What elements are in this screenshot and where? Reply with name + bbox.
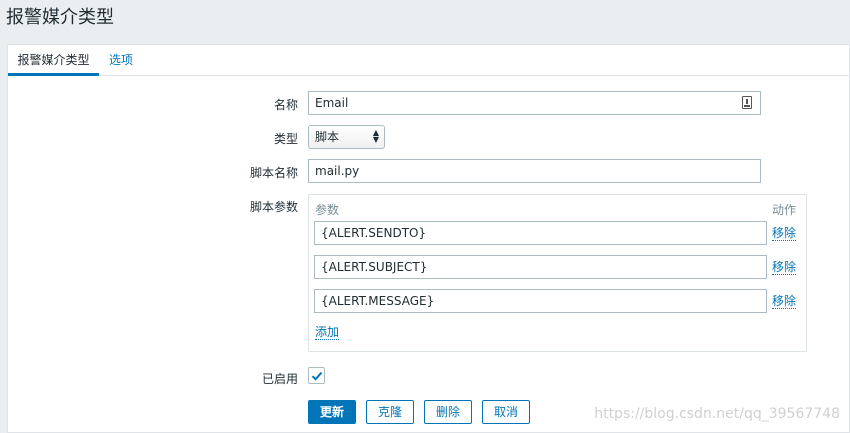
name-input[interactable]: Email bbox=[308, 91, 761, 115]
script-params-label: 脚本参数 bbox=[249, 200, 298, 214]
param-value: {ALERT.SUBJECT} bbox=[321, 260, 428, 274]
remove-param-button[interactable]: 移除 bbox=[772, 294, 797, 309]
update-button[interactable]: 更新 bbox=[308, 400, 356, 424]
param-input[interactable]: {ALERT.SUBJECT} bbox=[314, 255, 767, 279]
script-name-label: 脚本名称 bbox=[249, 166, 298, 180]
text-icon bbox=[742, 96, 752, 109]
remove-param-button[interactable]: 移除 bbox=[772, 260, 797, 275]
form-panel: 报警媒介类型 选项 名称 Email 类型 脚本 ▲ ▼ 脚本名称 mail.py… bbox=[7, 44, 850, 433]
type-select[interactable]: 脚本 ▲ ▼ bbox=[308, 125, 385, 149]
type-label: 类型 bbox=[273, 132, 298, 146]
checkmark-icon bbox=[311, 371, 323, 381]
enabled-label: 已启用 bbox=[261, 372, 298, 386]
params-column-header: 参数 bbox=[315, 203, 340, 217]
delete-button[interactable]: 删除 bbox=[424, 400, 472, 424]
cancel-button[interactable]: 取消 bbox=[482, 400, 530, 424]
watermark: https://blog.csdn.net/qq_39567748 bbox=[594, 406, 840, 422]
remove-param-button[interactable]: 移除 bbox=[772, 226, 797, 241]
script-params-table: 参数 动作 {ALERT.SENDTO} 移除 {ALERT.SUBJECT} … bbox=[308, 194, 807, 352]
type-value: 脚本 bbox=[315, 130, 340, 144]
script-name-value: mail.py bbox=[315, 164, 360, 178]
param-value: {ALERT.SENDTO} bbox=[321, 226, 427, 240]
page-title: 报警媒介类型 bbox=[6, 7, 114, 28]
tab-media-type[interactable]: 报警媒介类型 bbox=[8, 45, 99, 76]
clone-button[interactable]: 克隆 bbox=[366, 400, 414, 424]
script-name-input[interactable]: mail.py bbox=[308, 159, 761, 183]
name-label: 名称 bbox=[273, 98, 298, 112]
action-column-header: 动作 bbox=[772, 203, 797, 217]
tab-bar: 报警媒介类型 选项 bbox=[8, 45, 849, 76]
param-input[interactable]: {ALERT.MESSAGE} bbox=[314, 289, 767, 313]
tab-options[interactable]: 选项 bbox=[109, 45, 133, 76]
chevron-updown-icon: ▲ ▼ bbox=[372, 128, 379, 144]
name-value: Email bbox=[315, 96, 349, 110]
enabled-checkbox[interactable] bbox=[308, 367, 325, 384]
param-input[interactable]: {ALERT.SENDTO} bbox=[314, 221, 767, 245]
param-value: {ALERT.MESSAGE} bbox=[321, 294, 435, 308]
add-param-button[interactable]: 添加 bbox=[315, 325, 340, 340]
